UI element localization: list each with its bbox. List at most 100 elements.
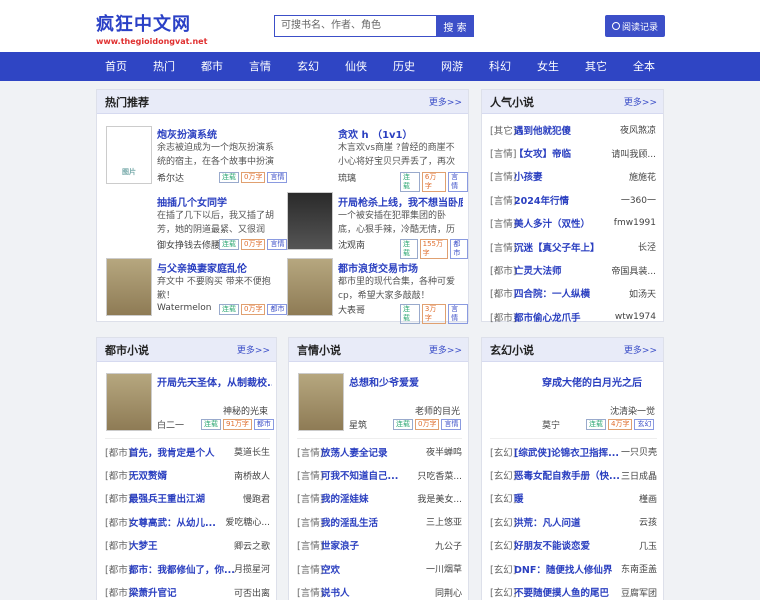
item-title[interactable]: DNF：随便找人修仙界 — [514, 562, 612, 576]
item-author[interactable]: 卿云之歌 — [234, 539, 270, 552]
book-cover[interactable] — [298, 373, 344, 431]
site-logo[interactable]: 疯狂中文网 www.thegioidongvat.net — [96, 10, 207, 46]
list-item[interactable]: [玄幻] 恶毒女配自救手册（快... 三日成晶 — [490, 463, 657, 486]
item-author[interactable]: 莫道长生 — [234, 445, 270, 458]
list-item[interactable]: [玄幻] 不要随便摸人鱼的尾巴 豆腐军团 — [490, 580, 657, 600]
nav-item-other[interactable]: 其它 — [572, 52, 620, 81]
item-author[interactable]: 夜半蝉鸣 — [426, 445, 462, 458]
nav-item-complete[interactable]: 全本 — [620, 52, 668, 81]
item-author[interactable]: 豆腐军团 — [621, 586, 657, 599]
book-cover[interactable]: 图片 — [106, 126, 152, 184]
book-author[interactable]: 希尔达 — [157, 171, 184, 184]
item-author[interactable]: 只吃香菜... — [417, 469, 462, 482]
item-title[interactable]: 不要随便摸人鱼的尾巴 — [514, 585, 609, 599]
list-item[interactable]: [都市] 亡灵大法师 帝国具装... — [490, 258, 656, 281]
book-title[interactable]: 炮灰扮演系统 — [157, 126, 277, 141]
list-item[interactable]: [言情] 空欢 一川烟草 — [297, 557, 462, 580]
list-item[interactable]: [言情] 沉迷【真父子年上】 长泾 — [490, 235, 656, 258]
nav-item-romance[interactable]: 言情 — [236, 52, 284, 81]
list-item[interactable]: [言情] 2024年行情 一360一 — [490, 188, 656, 211]
item-author[interactable]: 请叫我顾... — [611, 147, 656, 160]
list-item[interactable]: [言情] 美人多汁（双性） fmw1991 — [490, 212, 656, 235]
nav-item-hot[interactable]: 热门 — [140, 52, 188, 81]
list-item[interactable]: [玄幻] DNF：随便找人修仙界 东南歪盖 — [490, 557, 657, 580]
item-title[interactable]: 都市：我都修仙了，你... — [129, 562, 234, 576]
item-title[interactable]: 【女攻】帝临 — [514, 146, 571, 160]
item-title[interactable]: 梁萧升官记 — [129, 585, 177, 599]
book-title[interactable]: 开局先天圣体，从制裁校... — [157, 374, 272, 389]
item-title[interactable]: 亡灵大法师 — [514, 263, 562, 277]
list-item[interactable]: [言情] 我的淫乱生活 三上悠亚 — [297, 510, 462, 533]
item-title[interactable]: 小孩妻 — [514, 169, 543, 183]
list-item[interactable]: [都市] 梁萧升官记 可否出离 — [105, 580, 270, 600]
nav-item-home[interactable]: 首页 — [92, 52, 140, 81]
list-item[interactable]: [其它] 遇到他就犯傻 夜风煞凉 — [490, 118, 656, 141]
item-author[interactable]: 施施花 — [629, 170, 656, 183]
item-author[interactable]: 同荆心 — [435, 586, 462, 599]
item-author[interactable]: 长泾 — [638, 240, 656, 253]
more-link[interactable]: 更多>> — [624, 95, 657, 108]
book-author[interactable]: 沈观南 — [338, 238, 365, 251]
item-author[interactable]: 可否出离 — [234, 586, 270, 599]
more-link[interactable]: 更多>> — [624, 343, 657, 356]
book-title[interactable]: 贪欢 h （1v1） — [338, 126, 463, 141]
book-title[interactable]: 都市浪货交易市场 — [338, 260, 463, 275]
list-item[interactable]: [言情] 放荡人妻全记录 夜半蝉鸣 — [297, 440, 462, 463]
nav-item-scifi[interactable]: 科幻 — [476, 52, 524, 81]
nav-item-urban[interactable]: 都市 — [188, 52, 236, 81]
item-title[interactable]: 放荡人妻全记录 — [321, 445, 388, 459]
more-link[interactable]: 更多>> — [429, 343, 462, 356]
item-title[interactable]: 我的淫娃妹 — [321, 491, 369, 505]
book-author[interactable]: 神秘的光束 — [223, 404, 268, 417]
book-title[interactable]: 抽插几个女同学 — [157, 194, 282, 209]
history-button[interactable]: 阅读记录 — [605, 15, 665, 37]
search-input[interactable]: 可搜书名、作者、角色 — [274, 15, 436, 37]
list-item[interactable]: [玄幻] 暖 槿画 — [490, 487, 657, 510]
item-author[interactable]: 几玉 — [639, 539, 657, 552]
list-item[interactable]: [玄幻] 好朋友不能谈恋爱 几玉 — [490, 534, 657, 557]
item-author[interactable]: 帝国具装... — [611, 264, 656, 277]
book-cover[interactable] — [106, 373, 152, 431]
list-item[interactable]: [都市] 最强兵王重出江湖 慢跑君 — [105, 487, 270, 510]
item-title[interactable]: 遇到他就犯傻 — [514, 123, 571, 137]
item-author[interactable]: 如汤天 — [629, 287, 656, 300]
item-author[interactable]: 云孩 — [639, 515, 657, 528]
more-link[interactable]: 更多>> — [237, 343, 270, 356]
item-title[interactable]: 四合院：一人纵横 — [514, 286, 590, 300]
book-cover[interactable] — [106, 258, 152, 316]
item-title[interactable]: 我的淫乱生活 — [321, 515, 378, 529]
list-item[interactable]: [言情] 世家浪子 九公子 — [297, 534, 462, 557]
more-link[interactable]: 更多>> — [429, 95, 462, 108]
item-author[interactable]: 我是美女... — [417, 492, 462, 505]
nav-item-game[interactable]: 网游 — [428, 52, 476, 81]
book-author[interactable]: 琉璃 — [338, 171, 356, 184]
item-author[interactable]: 三上悠亚 — [426, 515, 462, 528]
item-title[interactable]: 大梦王 — [129, 538, 158, 552]
list-item[interactable]: [都市] 女尊高武：从幼儿... 爱吃糖心... — [105, 510, 270, 533]
list-item[interactable]: [都市] 都市偷心龙爪手 wtw1974 — [490, 305, 656, 328]
item-title[interactable]: 好朋友不能谈恋爱 — [514, 538, 590, 552]
item-title[interactable]: 恶毒女配自救手册（快... — [514, 468, 620, 482]
item-author[interactable]: fmw1991 — [614, 218, 656, 228]
item-title[interactable]: 空欢 — [321, 562, 340, 576]
book-title[interactable]: 与父亲换妻家庭乱伦 — [157, 260, 282, 275]
item-title[interactable]: 世家浪子 — [321, 538, 359, 552]
item-title[interactable]: 洪荒：凡人问道 — [514, 515, 581, 529]
list-item[interactable]: [都市] 都市：我都修仙了，你... 月揽星河 — [105, 557, 270, 580]
item-title[interactable]: 暖 — [514, 491, 524, 505]
item-title[interactable]: 首先，我肯定是个人 — [129, 445, 215, 459]
list-item[interactable]: [都市] 四合院：一人纵横 如汤天 — [490, 282, 656, 305]
book-title[interactable]: 开局枪杀上线，我不想当卧底 — [338, 194, 463, 209]
book-author[interactable]: 沈清染一觉 — [610, 404, 655, 417]
item-title[interactable]: 2024年行情 — [514, 193, 569, 207]
list-item[interactable]: [都市] 首先，我肯定是个人 莫道长生 — [105, 440, 270, 463]
book-cover[interactable] — [287, 192, 333, 250]
search-button[interactable]: 搜 索 — [436, 15, 474, 37]
item-author[interactable]: 月揽星河 — [234, 562, 270, 575]
item-author[interactable]: 夜风煞凉 — [620, 123, 656, 136]
nav-item-history[interactable]: 历史 — [380, 52, 428, 81]
item-author[interactable]: 一川烟草 — [426, 562, 462, 575]
item-author[interactable]: 爱吃糖心... — [225, 515, 270, 528]
book-author[interactable]: 大表哥 — [338, 303, 365, 316]
item-title[interactable]: 美人多汁（双性） — [514, 216, 590, 230]
